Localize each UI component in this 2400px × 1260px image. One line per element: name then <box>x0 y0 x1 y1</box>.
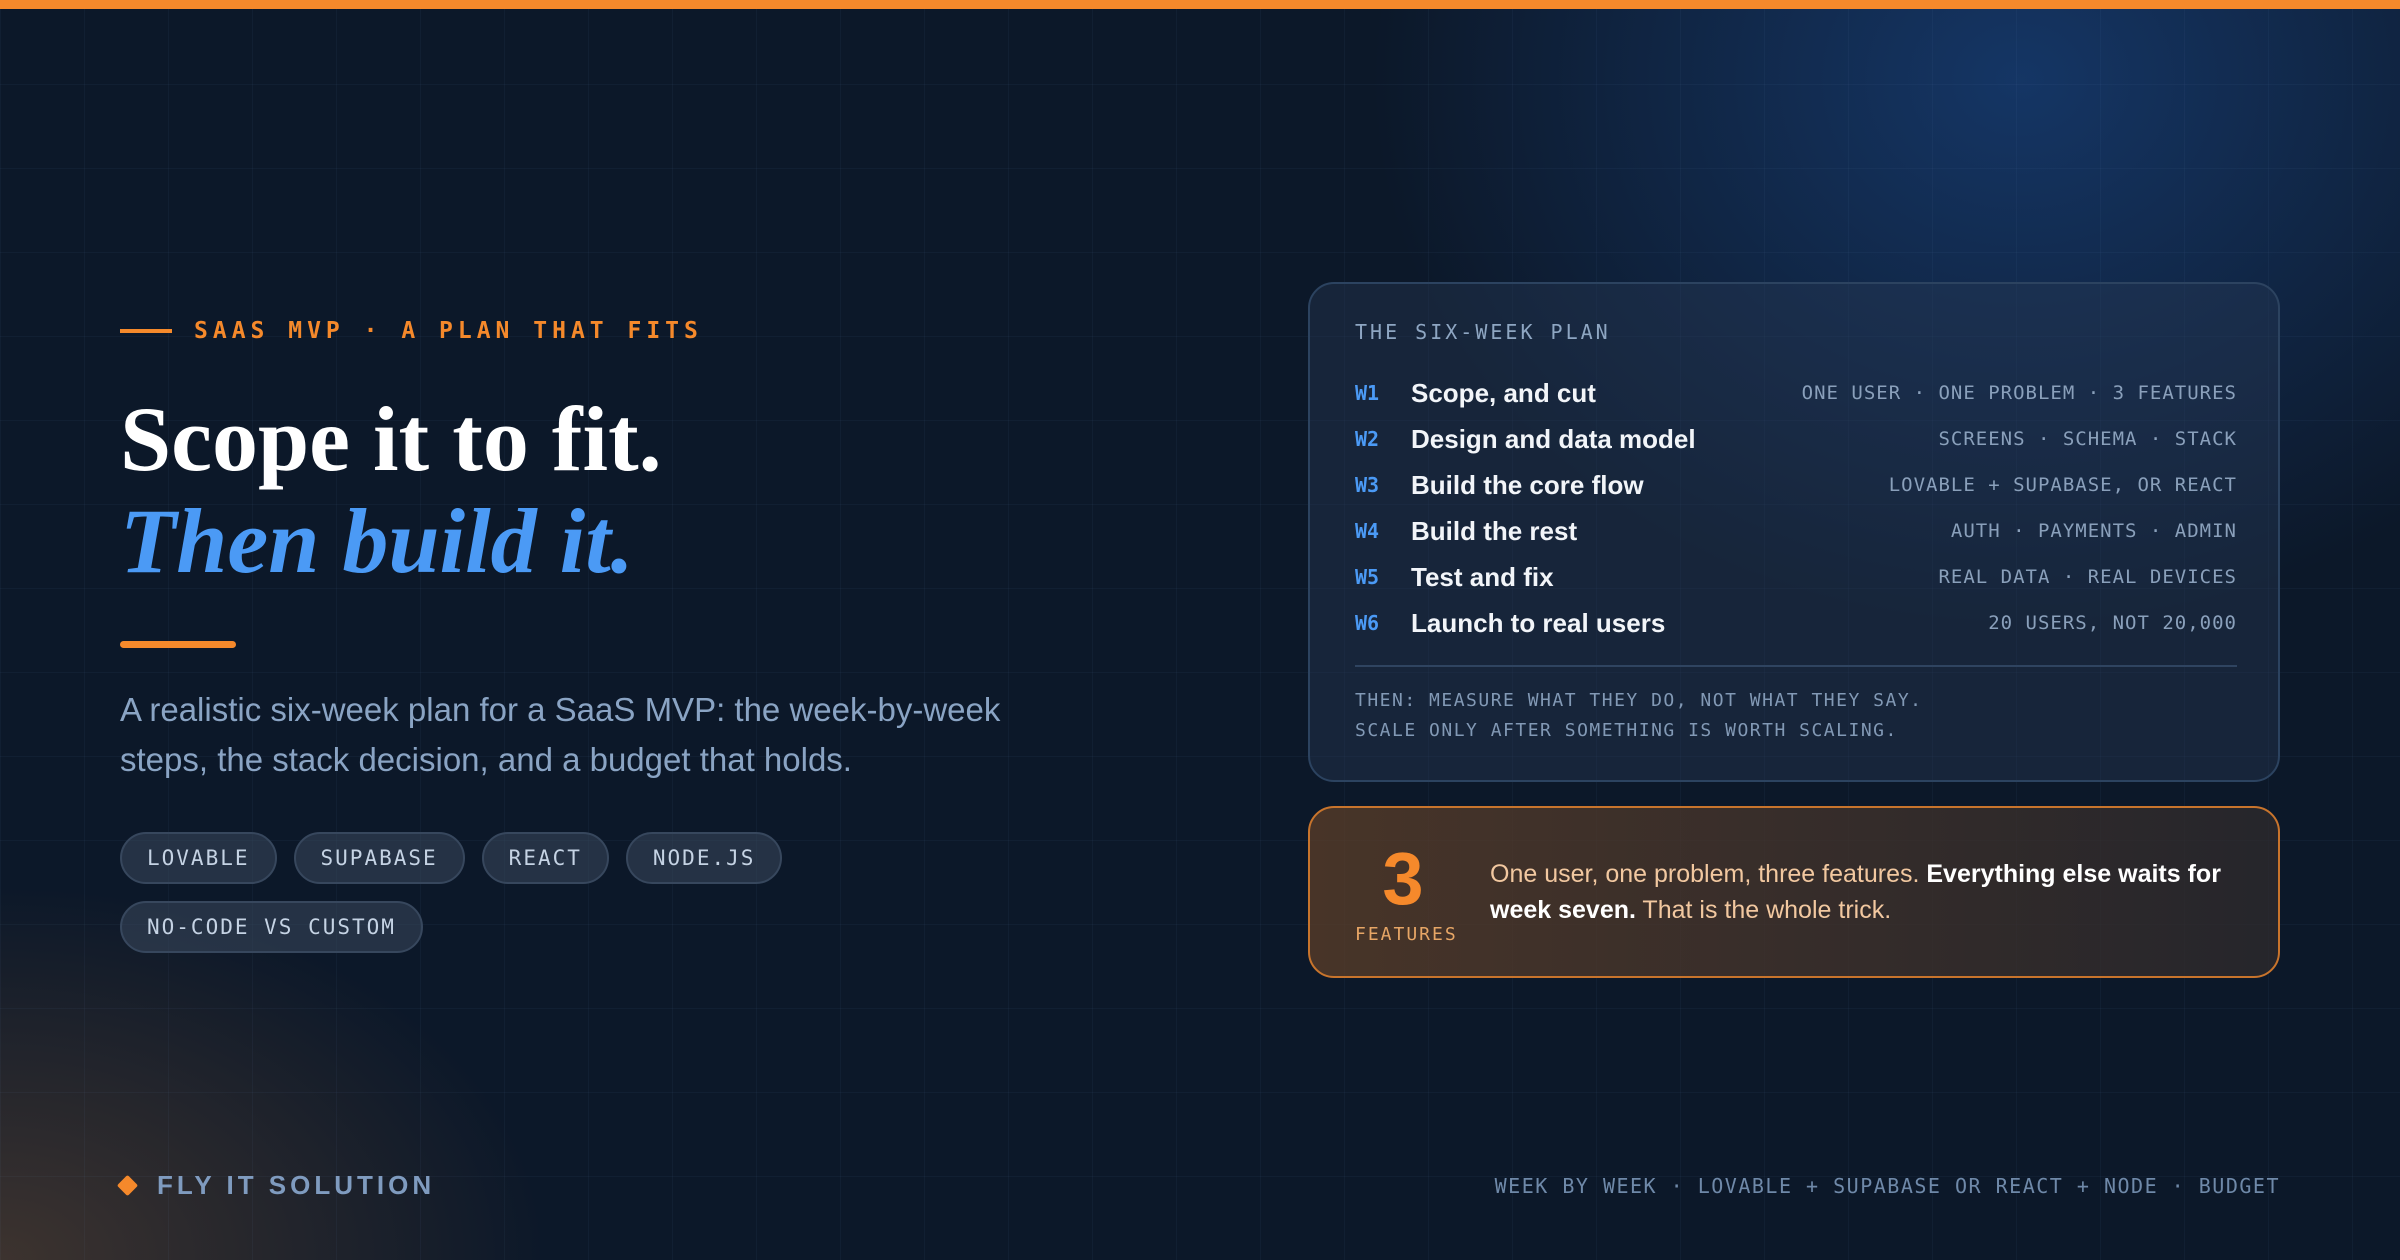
plan-week-label: W6 <box>1355 611 1380 635</box>
plan-rows: W1 Scope, and cut ONE USER · ONE PROBLEM… <box>1355 370 2237 646</box>
lede-paragraph: A realistic six-week plan for a SaaS MVP… <box>120 691 1001 778</box>
plan-meta: 20 USERS, NOT 20,000 <box>1988 612 2237 634</box>
feature-count-card: 3 FEATURES One user, one problem, three … <box>1308 806 2280 978</box>
plan-week-label: W1 <box>1355 381 1380 405</box>
feature-text-start: One user, one problem, three features. <box>1490 860 1927 888</box>
plan-task: Design and data model <box>1411 423 1696 454</box>
plan-note-line-2: SCALE ONLY AFTER SOMETHING IS WORTH SCAL… <box>1355 720 1898 741</box>
plan-task: Launch to real users <box>1411 607 1666 638</box>
plan-meta: ONE USER · ONE PROBLEM · 3 FEATURES <box>1801 382 2237 404</box>
plan-meta: SCREENS · SCHEMA · STACK <box>1938 428 2237 450</box>
plan-week-label: W2 <box>1355 427 1380 451</box>
feature-description: One user, one problem, three features. E… <box>1490 856 2250 928</box>
footer-brand: FLY IT SOLUTION <box>116 1170 436 1201</box>
plan-row: W3 Build the core flow LOVABLE + SUPABAS… <box>1355 462 2237 508</box>
headline: Scope it to fit. Then build it. <box>120 388 662 592</box>
six-week-plan-card: THE SIX-WEEK PLAN W1 Scope, and cut ONE … <box>1308 282 2280 782</box>
plan-row: W5 Test and fix REAL DATA · REAL DEVICES <box>1355 554 2237 600</box>
brand-name: FLY IT SOLUTION <box>157 1170 436 1200</box>
feature-text-end: That is the whole trick. <box>1635 896 1892 924</box>
feature-count-label: FEATURES <box>1355 924 1458 945</box>
plan-row: W2 Design and data model SCREENS · SCHEM… <box>1355 416 2237 462</box>
plan-meta: REAL DATA · REAL DEVICES <box>1938 566 2237 588</box>
tag-lovable[interactable]: LOVABLE <box>120 832 277 884</box>
plan-task: Scope, and cut <box>1411 377 1596 408</box>
plan-note-line-1: THEN: MEASURE WHAT THEY DO, NOT WHAT THE… <box>1355 690 1923 711</box>
accent-rule <box>120 641 236 648</box>
headline-line-1: Scope it to fit. <box>120 388 662 490</box>
plan-task: Test and fix <box>1411 561 1554 592</box>
tag-react[interactable]: REACT <box>481 832 609 884</box>
headline-line-2: Then build it. <box>120 490 634 592</box>
plan-divider <box>1355 665 2237 667</box>
tag-supabase[interactable]: SUPABASE <box>293 832 465 884</box>
plan-week-label: W5 <box>1355 565 1380 589</box>
plan-week-label: W4 <box>1355 519 1380 543</box>
plan-row: W6 Launch to real users 20 USERS, NOT 20… <box>1355 600 2237 646</box>
plan-meta: AUTH · PAYMENTS · ADMIN <box>1950 520 2237 542</box>
plan-note: THEN: MEASURE WHAT THEY DO, NOT WHAT THE… <box>1355 686 1923 746</box>
top-accent-bar <box>0 0 2400 9</box>
tag-nodejs[interactable]: NODE.JS <box>625 832 783 884</box>
eyebrow-text: SAAS MVP · A PLAN THAT FITS <box>194 318 703 344</box>
plan-row: W4 Build the rest AUTH · PAYMENTS · ADMI… <box>1355 508 2237 554</box>
diamond-icon <box>116 1174 139 1197</box>
plan-row: W1 Scope, and cut ONE USER · ONE PROBLEM… <box>1355 370 2237 416</box>
tag-list: LOVABLE SUPABASE REACT NODE.JS NO-CODE V… <box>120 832 820 953</box>
plan-task: Build the core flow <box>1411 469 1644 500</box>
eyebrow: SAAS MVP · A PLAN THAT FITS <box>120 318 703 344</box>
plan-meta: LOVABLE + SUPABASE, OR REACT <box>1888 474 2237 496</box>
tag-nocode-vs-custom[interactable]: NO-CODE VS CUSTOM <box>120 901 423 953</box>
plan-week-label: W3 <box>1355 473 1380 497</box>
feature-count-number: 3 <box>1382 837 1424 920</box>
plan-title: THE SIX-WEEK PLAN <box>1355 320 1611 344</box>
eyebrow-line <box>120 329 172 333</box>
plan-task: Build the rest <box>1411 515 1578 546</box>
footer-meta: WEEK BY WEEK · LOVABLE + SUPABASE OR REA… <box>1494 1174 2280 1198</box>
